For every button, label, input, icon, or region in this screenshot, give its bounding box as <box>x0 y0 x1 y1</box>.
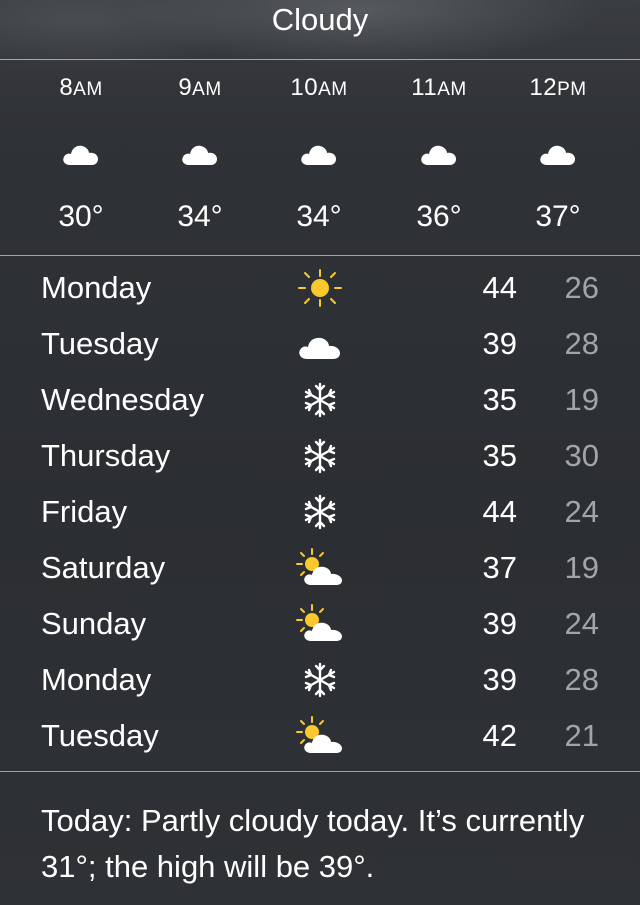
hour-temp: 37° <box>535 200 581 233</box>
today-summary: Today: Partly cloudy today. It’s current… <box>41 803 585 884</box>
hour-temp: 36° <box>416 200 462 233</box>
day-high-temp: 39 <box>482 662 517 697</box>
day-high-temp: 44 <box>482 494 517 529</box>
day-low-temp: 21 <box>564 718 599 753</box>
daily-row: Tuesday 42 21 <box>0 708 640 764</box>
day-low-temp: 28 <box>564 662 599 697</box>
day-low-temp: 24 <box>564 494 599 529</box>
day-high-temp: 39 <box>482 606 517 641</box>
hourly-item: 8AM 30° <box>21 61 141 255</box>
hourly-item: 9AM 34° <box>140 61 260 255</box>
snowflake-icon <box>304 494 336 530</box>
hour-time: 10AM <box>290 74 348 101</box>
day-low-temp: 24 <box>564 606 599 641</box>
hour-temp: 34° <box>177 200 223 233</box>
cloud-icon <box>63 145 98 165</box>
partly-cloudy-icon <box>296 716 342 753</box>
day-name: Wednesday <box>41 382 205 417</box>
hour-time: 11AM <box>411 74 467 101</box>
snowflake-icon <box>304 382 336 418</box>
hour-temp: 30° <box>58 200 104 233</box>
day-high-temp: 42 <box>482 718 517 753</box>
hour-temp: 34° <box>296 200 342 233</box>
cloud-icon <box>421 145 456 165</box>
cloud-icon <box>540 145 575 165</box>
cloud-icon <box>299 337 340 359</box>
hour-time: 8AM <box>59 74 103 101</box>
daily-row: Thursday 35 30 <box>0 428 640 484</box>
day-name: Monday <box>41 662 152 697</box>
daily-row: Monday 39 28 <box>0 652 640 708</box>
day-name: Sunday <box>41 606 147 641</box>
weather-screen: Cloudy 8AM 30° 9AM 34° 10AM 34° 11AM 36°… <box>0 0 640 905</box>
daily-row: Tuesday 39 28 <box>0 316 640 372</box>
hourly-forecast[interactable]: 8AM 30° 9AM 34° 10AM 34° 11AM 36° 12PM 3… <box>0 61 640 255</box>
sun-icon <box>298 269 342 307</box>
divider <box>0 255 640 256</box>
day-name: Saturday <box>41 550 166 585</box>
snowflake-icon <box>304 662 336 698</box>
day-high-temp: 39 <box>482 326 517 361</box>
divider <box>0 59 640 60</box>
day-low-temp: 30 <box>564 438 599 473</box>
daily-row: Friday 44 24 <box>0 484 640 540</box>
cloud-icon <box>182 145 217 165</box>
hourly-item: 10AM 34° <box>259 61 379 255</box>
cloud-icon <box>301 145 336 165</box>
hour-time: 9AM <box>178 74 222 101</box>
hour-time: 12PM <box>529 74 587 101</box>
day-high-temp: 44 <box>482 270 517 305</box>
day-low-temp: 28 <box>564 326 599 361</box>
day-name: Monday <box>41 270 152 305</box>
day-high-temp: 35 <box>482 438 517 473</box>
day-high-temp: 37 <box>482 550 517 585</box>
day-low-temp: 26 <box>564 270 599 305</box>
daily-row: Monday 44 26 <box>0 260 640 316</box>
day-name: Tuesday <box>41 718 159 753</box>
snowflake-icon <box>304 438 336 474</box>
divider <box>0 771 640 772</box>
daily-row: Sunday 39 24 <box>0 596 640 652</box>
day-name: Thursday <box>41 438 171 473</box>
partly-cloudy-icon <box>296 548 342 585</box>
hourly-item: 11AM 36° <box>379 61 499 255</box>
day-name: Tuesday <box>41 326 159 361</box>
day-low-temp: 19 <box>564 550 599 585</box>
current-condition: Cloudy <box>271 2 369 37</box>
daily-row: Saturday 37 19 <box>0 540 640 596</box>
hourly-item: 12PM 37° <box>498 61 618 255</box>
day-low-temp: 19 <box>564 382 599 417</box>
daily-row: Wednesday 35 19 <box>0 372 640 428</box>
day-name: Friday <box>41 494 128 529</box>
day-high-temp: 35 <box>482 382 517 417</box>
partly-cloudy-icon <box>296 604 342 641</box>
